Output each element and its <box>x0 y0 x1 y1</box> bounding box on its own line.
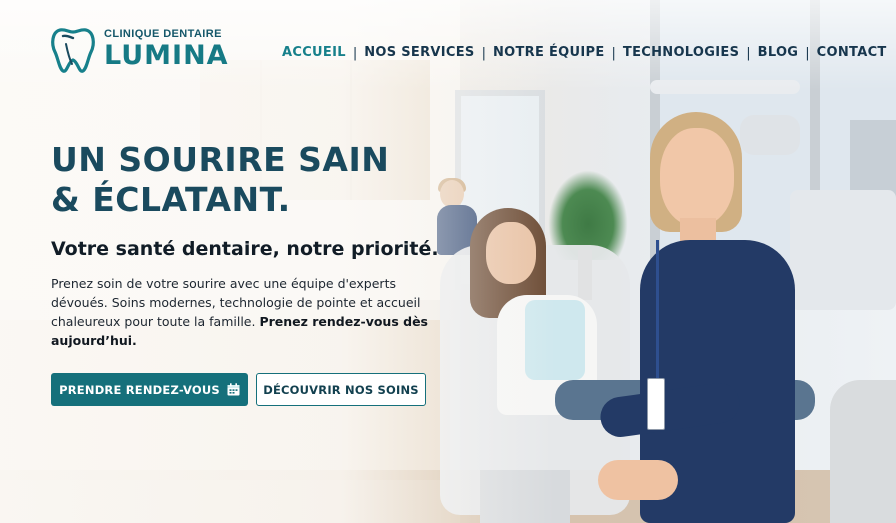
nav-notre-equipe[interactable]: NOTRE ÉQUIPE <box>493 44 605 62</box>
nav-accueil[interactable]: ACCUEIL <box>282 44 346 62</box>
hero-subtitle: Votre santé dentaire, notre priorité. <box>51 238 439 260</box>
nav-nos-services[interactable]: NOS SERVICES <box>364 44 474 62</box>
nav-blog[interactable]: BLOG <box>758 44 799 62</box>
hero-title-line1: UN SOURIRE SAIN <box>51 140 390 179</box>
nav-separator: | <box>805 45 810 61</box>
hero-description: Prenez soin de votre sourire avec une éq… <box>51 274 443 350</box>
page: CLINIQUE DENTAIRE LUMINA ACCUEIL | NOS S… <box>0 0 896 523</box>
logo-subtitle: CLINIQUE DENTAIRE <box>104 27 222 40</box>
main-nav: ACCUEIL | NOS SERVICES | NOTRE ÉQUIPE | … <box>282 44 887 62</box>
calendar-icon <box>227 383 240 396</box>
book-appointment-label: PRENDRE RENDEZ-VOUS <box>59 382 220 397</box>
book-appointment-button[interactable]: PRENDRE RENDEZ-VOUS <box>51 373 248 406</box>
nav-separator: | <box>352 45 358 61</box>
logo-name: LUMINA <box>104 39 229 71</box>
logo-text: CLINIQUE DENTAIRE LUMINA <box>104 28 229 71</box>
discover-services-label: DÉCOUVRIR NOS SOINS <box>263 382 419 397</box>
nav-separator: | <box>481 45 486 61</box>
nav-separator: | <box>746 45 751 61</box>
nav-separator: | <box>611 45 616 61</box>
nav-technologies[interactable]: TECHNOLOGIES <box>623 44 739 62</box>
hero-title-line2: & ÉCLATANT. <box>51 180 291 219</box>
hero-title: UN SOURIRE SAIN & ÉCLATANT. <box>51 140 431 220</box>
tooth-icon <box>51 28 95 73</box>
site-logo[interactable]: CLINIQUE DENTAIRE LUMINA <box>50 24 229 74</box>
discover-services-button[interactable]: DÉCOUVRIR NOS SOINS <box>256 373 426 406</box>
nav-contact[interactable]: CONTACT <box>817 44 887 62</box>
